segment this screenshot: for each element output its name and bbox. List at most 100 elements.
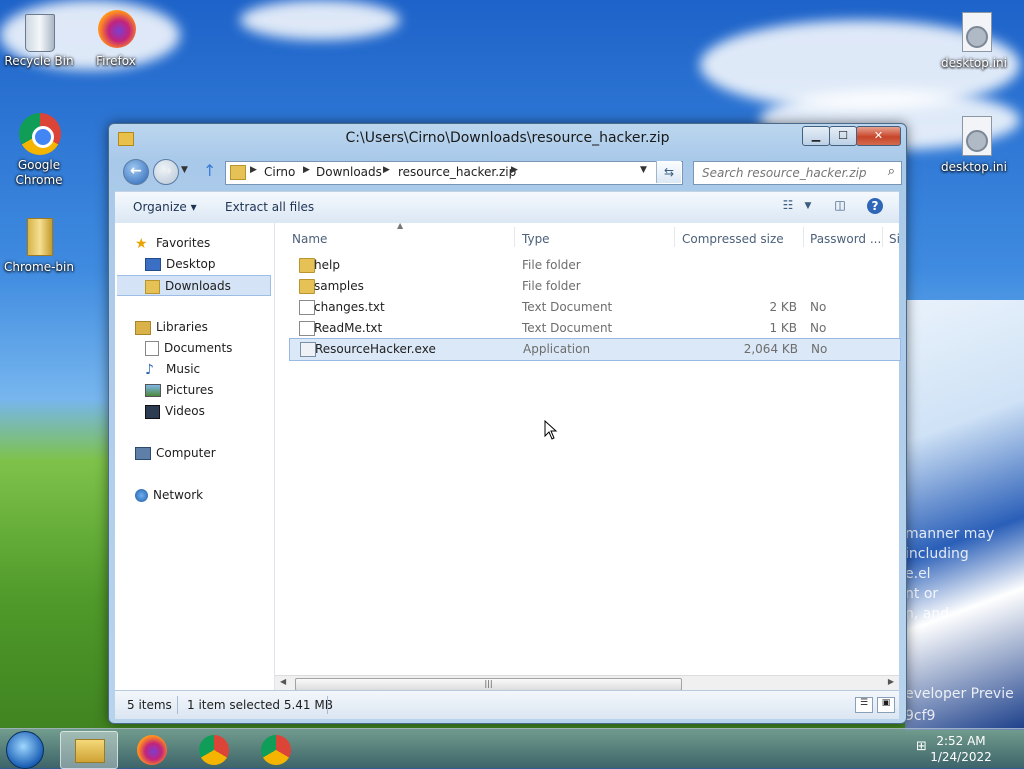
desktop-icon-desktop-ini[interactable]: desktop.ini — [936, 10, 1012, 71]
breadcrumb-separator-icon: ▶ — [511, 165, 518, 175]
application-icon — [300, 342, 316, 357]
view-options-icon[interactable]: ☷ — [779, 198, 797, 216]
breadcrumb-separator-icon: ▶ — [383, 165, 390, 175]
computer-icon — [135, 447, 151, 460]
navigation-pane: ★ Favorites Desktop Downloads Libraries D… — [115, 223, 275, 690]
file-name: changes.txt — [314, 300, 385, 314]
nav-music[interactable]: ♪ Music — [145, 359, 200, 380]
search-input[interactable] — [700, 165, 874, 181]
nav-downloads[interactable]: Downloads — [117, 275, 271, 296]
taskbar-chrome[interactable] — [248, 731, 304, 767]
help-icon[interactable]: ? — [867, 198, 883, 214]
forward-button[interactable]: → — [153, 159, 179, 185]
desktop-icon-label: Google Chrome — [15, 158, 63, 187]
back-button[interactable]: ← — [123, 159, 149, 185]
nav-label: Music — [166, 362, 201, 376]
desktop-icon-google-chrome[interactable]: Google Chrome — [1, 112, 77, 188]
start-button[interactable] — [6, 731, 44, 769]
nav-libraries[interactable]: Libraries — [135, 317, 208, 338]
downloads-folder-icon — [145, 279, 160, 294]
pictures-icon — [145, 384, 161, 397]
desktop-icon-chrome-bin[interactable]: Chrome-bin — [1, 214, 77, 275]
maximize-button[interactable]: ☐ — [829, 126, 857, 146]
firefox-icon — [94, 8, 138, 52]
search-icon[interactable]: ⌕ — [888, 164, 895, 179]
breadcrumb-resource-hacker-zip[interactable]: resource_hacker.zip — [398, 165, 516, 179]
file-compressed-size: 2 KB — [769, 300, 797, 314]
address-history-dropdown-icon[interactable]: ▼ — [640, 165, 647, 175]
file-password: No — [810, 321, 827, 335]
address-bar[interactable]: ▶ Cirno ▶ Downloads ▶ resource_hacker.zi… — [225, 161, 683, 185]
organize-button[interactable]: Organize ▾ — [133, 200, 197, 214]
chrome-icon — [261, 735, 291, 765]
nav-label: Desktop — [166, 257, 216, 271]
item-count: 5 items — [127, 698, 172, 712]
recent-pages-dropdown-icon[interactable]: ▼ — [181, 165, 188, 175]
breadcrumb-downloads[interactable]: Downloads — [316, 165, 382, 179]
column-header-compressed-size[interactable]: Compressed size — [682, 232, 784, 246]
file-row[interactable]: help File folder — [289, 255, 899, 276]
folder-icon — [17, 214, 61, 258]
file-row[interactable]: ReadMe.txt Text Document 1 KB No — [289, 318, 899, 339]
nav-label: Libraries — [156, 320, 208, 334]
column-header-password[interactable]: Password ... — [810, 232, 881, 246]
extract-all-files-button[interactable]: Extract all files — [225, 200, 314, 214]
nav-computer[interactable]: Computer — [135, 443, 216, 464]
horizontal-scrollbar[interactable]: ◀ ||| ▶ — [275, 675, 899, 691]
title-bar[interactable]: C:\Users\Cirno\Downloads\resource_hacker… — [109, 124, 906, 154]
up-arrow-icon[interactable]: ↑ — [203, 161, 216, 180]
desktop-icon-recycle-bin[interactable]: Recycle Bin — [1, 8, 77, 69]
star-icon: ★ — [135, 235, 148, 252]
settings-file-icon — [952, 10, 996, 54]
nav-network[interactable]: Network — [135, 485, 203, 506]
desktop-icon-label: Firefox — [96, 54, 136, 68]
scroll-left-icon[interactable]: ◀ — [280, 677, 286, 686]
desktop-icon-label: desktop.ini — [941, 56, 1007, 70]
text-file-icon — [299, 300, 315, 315]
taskbar-firefox[interactable] — [124, 731, 180, 767]
file-row-selected[interactable]: ResourceHacker.exe Application 2,064 KB … — [289, 338, 901, 361]
file-name: ResourceHacker.exe — [315, 342, 436, 356]
nav-favorites[interactable]: ★ Favorites — [135, 233, 210, 254]
nav-desktop[interactable]: Desktop — [145, 254, 216, 275]
nav-videos[interactable]: Videos — [145, 401, 205, 422]
minimize-button[interactable]: ▁ — [802, 126, 830, 146]
file-compressed-size: 2,064 KB — [743, 342, 798, 356]
preview-pane-icon[interactable]: ◫ — [831, 198, 849, 216]
content-area: ★ Favorites Desktop Downloads Libraries D… — [115, 221, 901, 691]
nav-pictures[interactable]: Pictures — [145, 380, 214, 401]
taskbar-chrome[interactable] — [186, 731, 242, 767]
desktop-icon-firefox[interactable]: Firefox — [78, 8, 154, 69]
text-file-icon — [299, 321, 315, 336]
breadcrumb-separator-icon: ▶ — [250, 165, 257, 175]
large-icons-view-icon[interactable]: ▣ — [877, 697, 895, 713]
refresh-button[interactable]: ⇆ — [656, 161, 681, 183]
file-password: No — [810, 300, 827, 314]
sort-ascending-icon: ▲ — [397, 221, 404, 230]
selection-info: 1 item selected 5.41 MB — [187, 698, 333, 712]
scroll-right-icon[interactable]: ▶ — [888, 677, 894, 686]
file-row[interactable]: samples File folder — [289, 276, 899, 297]
system-clock[interactable]: 2:52 AM 1/24/2022 — [926, 733, 996, 765]
watermark-text: eveloper Previe — [905, 686, 1014, 702]
column-header-name[interactable]: Name — [292, 232, 327, 246]
column-header-size[interactable]: Si — [889, 232, 900, 246]
watermark-text: manner may — [905, 526, 995, 542]
column-header-type[interactable]: Type — [522, 232, 550, 246]
nav-documents[interactable]: Documents — [145, 338, 232, 359]
cloud — [240, 0, 400, 40]
breadcrumb-cirno[interactable]: Cirno — [264, 165, 295, 179]
close-button[interactable]: ✕ — [856, 126, 901, 146]
taskbar-explorer[interactable] — [60, 731, 118, 769]
file-type: Text Document — [522, 321, 613, 335]
desktop-icon-label: desktop.ini — [941, 160, 1007, 174]
nav-label: Computer — [156, 446, 216, 460]
explorer-icon — [75, 739, 105, 763]
nav-label: Downloads — [165, 279, 231, 293]
details-view-icon[interactable]: ☰ — [855, 697, 873, 713]
desktop-icon-desktop-ini[interactable]: desktop.ini — [936, 114, 1012, 175]
file-row[interactable]: changes.txt Text Document 2 KB No — [289, 297, 899, 318]
watermark-text: 9cf9 — [905, 708, 936, 724]
search-box[interactable]: ⌕ — [693, 161, 902, 185]
view-dropdown-icon[interactable]: ▼ — [799, 201, 817, 219]
